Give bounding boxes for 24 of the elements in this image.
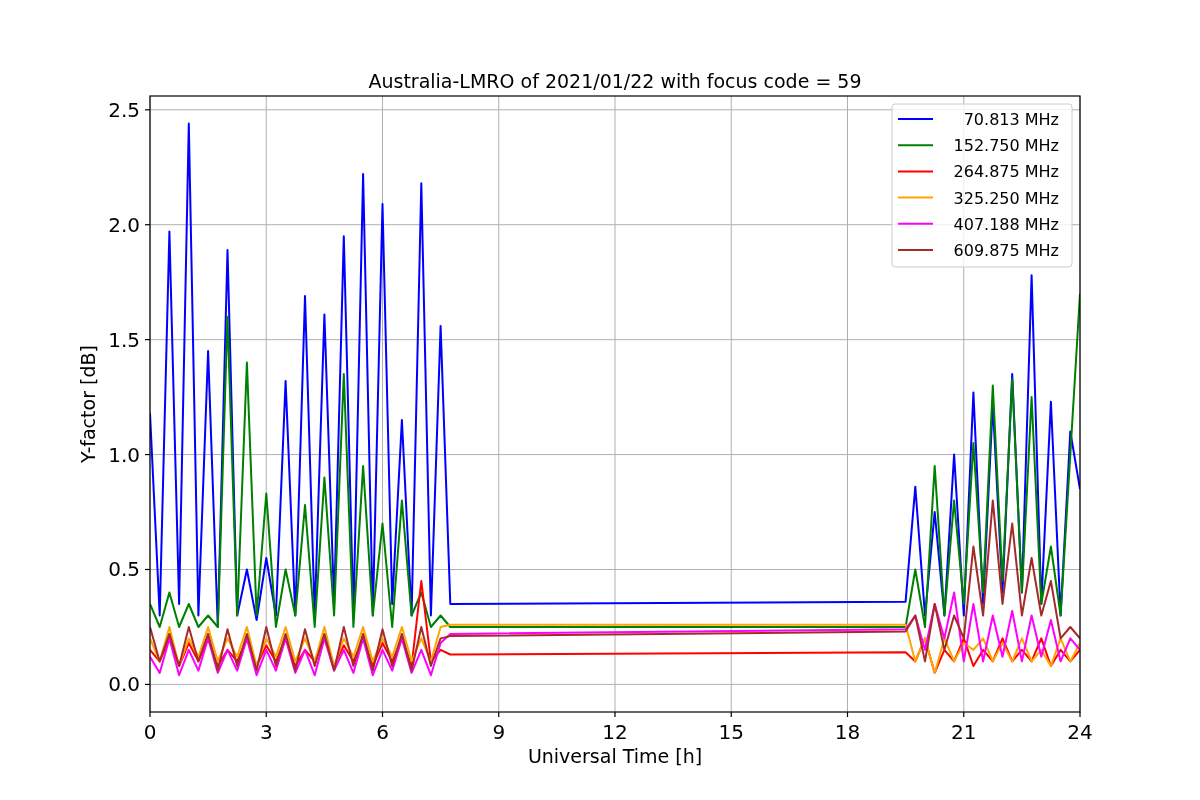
x-tick-label: 9 [492, 720, 506, 744]
x-tick-label: 24 [1067, 720, 1093, 744]
x-tick-label: 18 [834, 720, 861, 744]
y-tick-label: 1.0 [108, 442, 140, 467]
y-tick-label: 1.5 [108, 327, 140, 352]
x-tick-label: 6 [376, 720, 389, 744]
x-tick-label: 3 [259, 720, 273, 744]
y-tick-label: 0.5 [108, 557, 140, 582]
legend-label: 264.875 MHz [953, 162, 1059, 182]
legend-label: 152.750 MHz [953, 136, 1059, 156]
y-tick-label: 2.0 [108, 212, 140, 237]
legend-label: 609.875 MHz [953, 241, 1059, 260]
chart-title: Australia-LMRO of 2021/01/22 with focus code = 59 [368, 70, 862, 92]
x-tick-label: 12 [602, 720, 628, 744]
legend-label: 407.188 MHz [953, 214, 1059, 234]
x-axis-label: Universal Time [h] [527, 745, 703, 767]
x-tick-label: 21 [951, 720, 977, 744]
legend-label: 325.250 MHz [953, 188, 1059, 208]
y-tick-label: 0.0 [108, 672, 140, 697]
y-tick-label: 2.5 [108, 97, 140, 122]
x-tick-label: 0 [143, 720, 157, 744]
x-tick-label: 15 [718, 720, 744, 744]
legend-label: 70.813 MHz [963, 110, 1059, 129]
y-axis-label: Y-factor [dB] [77, 345, 99, 463]
